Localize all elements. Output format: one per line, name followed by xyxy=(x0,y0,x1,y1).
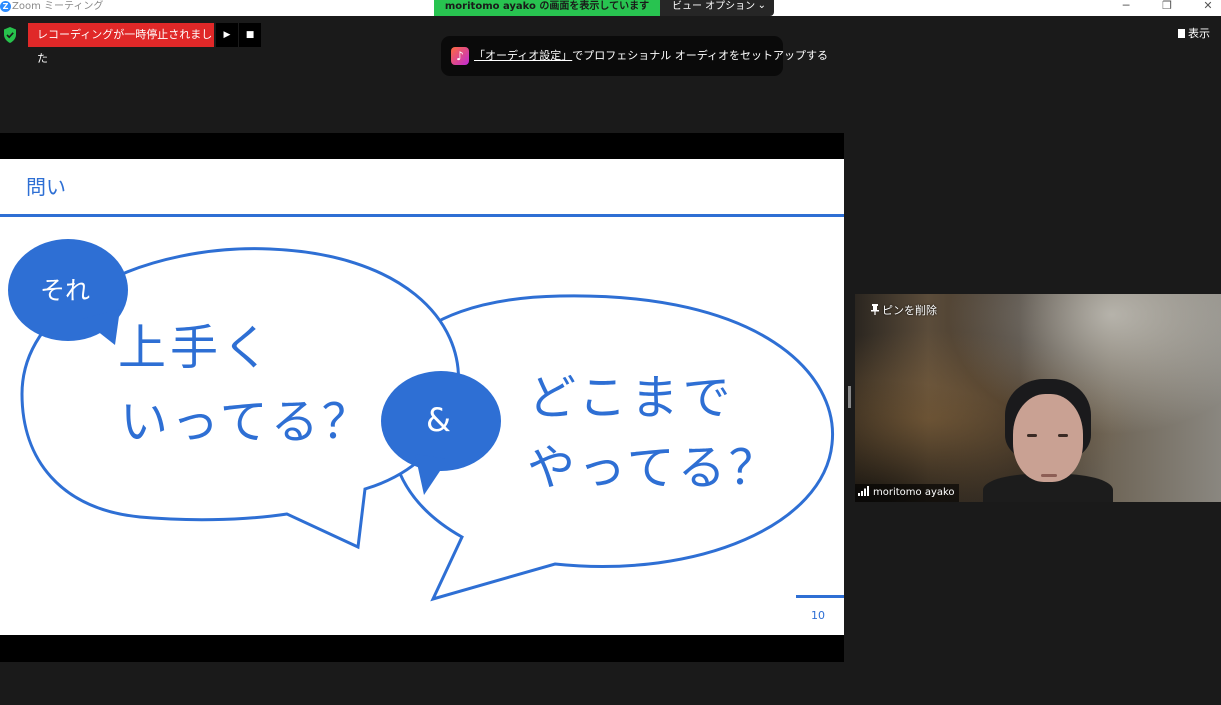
encryption-shield-icon[interactable] xyxy=(3,27,17,43)
unpin-button[interactable]: ピンを削除 xyxy=(865,302,943,320)
participant-name: moritomo ayako xyxy=(873,487,955,498)
toast-message: 「オーディオ設定」でプロフェショナル オーディオをセットアップする xyxy=(474,48,828,64)
participant-face xyxy=(1013,394,1083,482)
zoom-logo-icon: Z xyxy=(0,1,11,12)
toast-body: でプロフェショナル オーディオをセットアップする xyxy=(572,49,828,62)
participant-mouth xyxy=(1041,474,1057,477)
bubble-text-sore: それ xyxy=(40,276,91,305)
participant-eye-left xyxy=(1027,434,1037,437)
stop-recording-button[interactable]: ■ xyxy=(239,23,261,47)
participant-name-tag: moritomo ayako xyxy=(855,484,959,502)
restore-button[interactable]: ❐ xyxy=(1157,0,1177,14)
unpin-label: ピンを削除 xyxy=(882,304,937,317)
close-button[interactable]: ✕ xyxy=(1198,0,1218,14)
resume-recording-button[interactable]: ▶ xyxy=(216,23,238,47)
bubble-text-dokomade: どこまで xyxy=(528,370,735,426)
panel-resize-handle[interactable] xyxy=(848,386,851,408)
bubble-text-itteru: いってる？ xyxy=(120,394,373,450)
panel-view-icon xyxy=(1178,29,1185,38)
signal-strength-icon xyxy=(858,486,869,496)
slide-page-number: 10 xyxy=(811,609,825,622)
view-toggle-label: 表示 xyxy=(1188,27,1210,40)
page-number-rule xyxy=(796,595,844,598)
presentation-slide: 問い それ 上手く いってる？ & どこまで やってる？ 10 xyxy=(0,159,844,635)
view-options-button[interactable]: ビュー オプション ⌄ xyxy=(660,0,774,16)
window-titlebar: Z Zoom ミーティング moritomo ayako の画面を表示しています… xyxy=(0,0,1221,16)
chevron-down-icon: ⌄ xyxy=(757,0,766,11)
audio-settings-toast: ♪ 「オーディオ設定」でプロフェショナル オーディオをセットアップする xyxy=(441,36,828,76)
bubble-text-umaku: 上手く xyxy=(118,320,275,376)
shared-screen: 問い それ 上手く いってる？ & どこまで やってる？ 10 xyxy=(0,133,844,662)
pin-icon xyxy=(871,304,879,315)
window-title: Zoom ミーティング xyxy=(12,1,104,12)
participant-eye-right xyxy=(1058,434,1068,437)
screen-share-banner: moritomo ayako の画面を表示しています xyxy=(434,0,660,16)
view-options-label: ビュー オプション xyxy=(672,1,756,12)
bubble-text-ampersand: & xyxy=(426,401,451,439)
audio-settings-link[interactable]: 「オーディオ設定」 xyxy=(474,49,572,62)
music-note-icon: ♪ xyxy=(451,47,469,65)
recording-status: レコーディングが一時停止されました xyxy=(28,23,214,65)
participant-video-tile[interactable]: ピンを削除 moritomo ayako xyxy=(855,294,1221,502)
view-toggle-button[interactable]: 表示 xyxy=(1178,27,1210,41)
minimize-button[interactable]: ─ xyxy=(1116,0,1136,14)
bubble-text-yatteru: やってる？ xyxy=(527,440,780,496)
